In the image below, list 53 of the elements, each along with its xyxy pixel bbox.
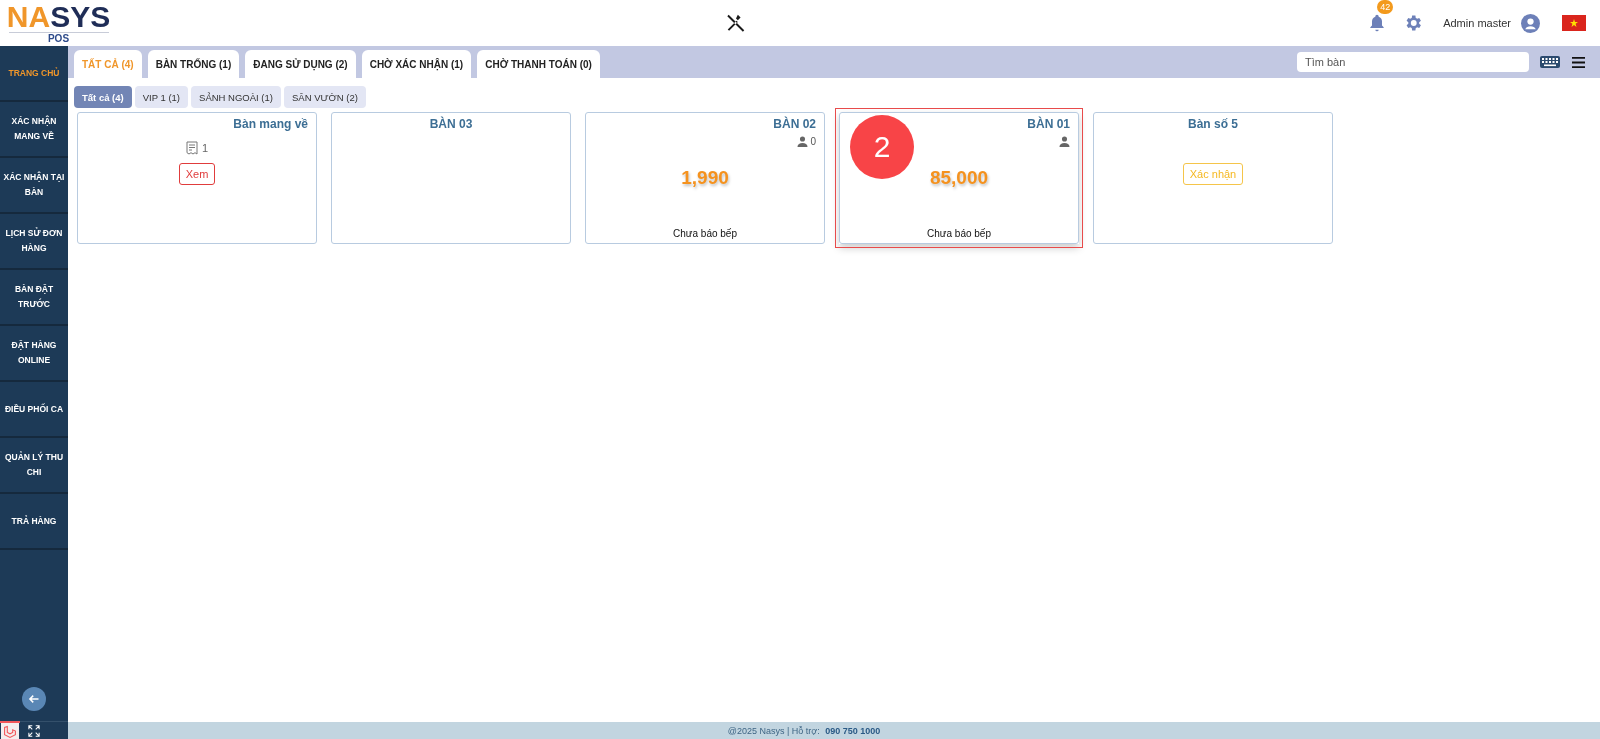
- area-filter[interactable]: Tất cả (4): [74, 86, 132, 108]
- fork-knife-icon: [725, 12, 747, 34]
- logo-text: NA: [6, 2, 51, 32]
- user-name[interactable]: Admin master: [1443, 17, 1511, 29]
- tab[interactable]: BÀN TRỐNG (1): [147, 50, 240, 78]
- area-filter[interactable]: VIP 1 (1): [134, 86, 189, 108]
- sidebar-item[interactable]: QUẢN LÝ THU CHI: [0, 438, 68, 494]
- step-marker: 2: [850, 115, 914, 179]
- sidebar-item[interactable]: XÁC NHẬN MANG VỀ: [0, 102, 68, 158]
- arrow-left-icon: [28, 693, 40, 705]
- table-name: BÀN 02: [772, 115, 817, 131]
- logo-text: SYS: [50, 2, 111, 32]
- sidebar-item[interactable]: ĐẶT HÀNG ONLINE: [0, 326, 68, 382]
- table-card[interactable]: BÀN 02 0 1,990 Chưa báo bếp: [585, 112, 825, 244]
- tab[interactable]: CHỜ THANH TOÁN (0): [477, 50, 600, 78]
- table-name: BÀN 03: [428, 115, 474, 131]
- logo-subtitle: POS: [8, 32, 109, 44]
- area-filter[interactable]: SẢNH NGOÀI (1): [191, 86, 281, 108]
- view-button[interactable]: Xem: [178, 163, 216, 185]
- table-card[interactable]: Bàn mang về 1 Xem: [77, 112, 317, 244]
- flag-icon[interactable]: [1562, 15, 1586, 31]
- table-name: Bàn mang về: [232, 116, 309, 131]
- sidebar-item[interactable]: ĐIỀU PHỐI CA: [0, 382, 68, 438]
- back-button[interactable]: [22, 687, 46, 711]
- sidebar-item[interactable]: LỊCH SỬ ĐƠN HÀNG: [0, 214, 68, 270]
- table-name: Bàn số 5: [1187, 116, 1239, 131]
- cube-icon[interactable]: [0, 720, 20, 739]
- order-amount: 85,000: [929, 167, 989, 189]
- footer-text: @2025 Nasys | Hỗ trợ: 090 750 1000: [68, 722, 1600, 739]
- table-card[interactable]: BÀN 03: [331, 112, 571, 244]
- sidebar-item[interactable]: XÁC NHẬN TẠI BÀN: [0, 158, 68, 214]
- person-icon: [797, 135, 809, 147]
- receipt-icon: [185, 141, 198, 155]
- expand-icon[interactable]: [28, 724, 40, 737]
- avatar-icon[interactable]: [1521, 13, 1540, 33]
- menu-icon[interactable]: [1571, 55, 1586, 69]
- kitchen-status: Chưa báo bếp: [673, 228, 737, 241]
- order-amount: 1,990: [681, 167, 729, 189]
- sidebar-item[interactable]: BÀN ĐẶT TRƯỚC: [0, 270, 68, 326]
- kitchen-status: Chưa báo bếp: [927, 228, 991, 241]
- table-name: BÀN 01: [1026, 115, 1071, 131]
- table-card[interactable]: BÀN 01 85,000 Chưa báo bếp 2: [839, 112, 1079, 244]
- person-icon: [1059, 135, 1070, 147]
- tab[interactable]: ĐANG SỬ DỤNG (2): [245, 50, 356, 78]
- table-card[interactable]: Bàn số 5 Xác nhận: [1093, 112, 1333, 244]
- tab[interactable]: CHỜ XÁC NHẬN (1): [361, 50, 472, 78]
- guest-count: 0: [810, 135, 816, 147]
- keyboard-icon[interactable]: [1539, 55, 1561, 69]
- notification-badge: 42: [1377, 0, 1394, 14]
- order-count: 1: [201, 142, 209, 154]
- search-field[interactable]: Tìm bàn: [1297, 52, 1529, 72]
- sidebar-item[interactable]: TRẢ HÀNG: [0, 494, 68, 550]
- area-filter[interactable]: SÂN VƯỜN (2): [283, 86, 366, 108]
